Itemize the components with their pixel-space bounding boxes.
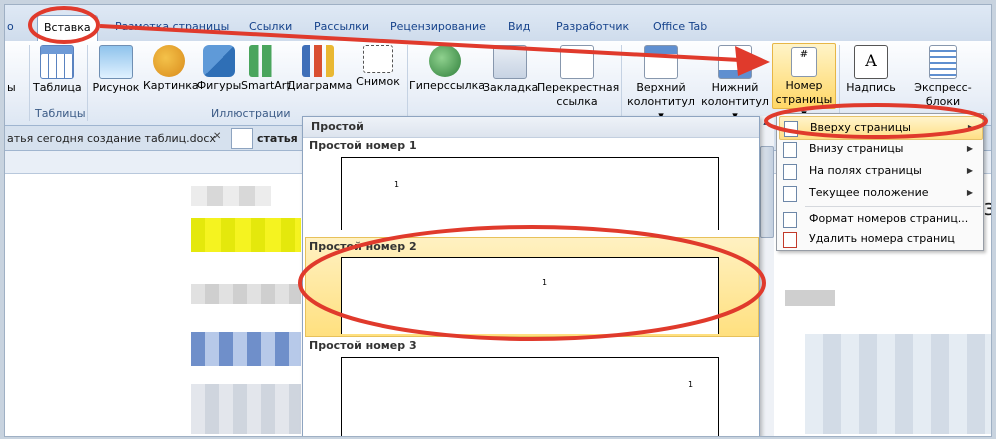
page-bottom-icon — [783, 142, 797, 158]
page-number-preview: 1 — [542, 278, 548, 287]
gallery-item-2-label: Простой номер 2 — [309, 240, 417, 253]
quick-parts-button[interactable]: Экспресс-блоки — [898, 45, 988, 109]
cut-label: ы — [7, 81, 16, 94]
quick-parts-icon — [929, 45, 957, 79]
menu-item-top-of-page[interactable]: Вверху страницы ▶ — [779, 116, 983, 140]
chart-icon — [302, 45, 334, 77]
group-tables-label: Таблицы — [35, 107, 86, 120]
shapes-button[interactable]: Фигуры — [195, 45, 243, 93]
bookmark-button[interactable]: Закладка — [483, 45, 538, 95]
gallery-item-3-label: Простой номер 3 — [309, 339, 417, 352]
blurred-table-block — [191, 332, 301, 366]
submenu-arrow-icon: ▶ — [966, 166, 973, 175]
ribbon-tab-bar: о Вставка Разметка страницы Ссылки Рассы… — [5, 5, 991, 42]
menu-item-current-position[interactable]: Текущее положение ▶ — [779, 182, 981, 204]
submenu-arrow-icon: ▶ — [967, 123, 974, 132]
cross-reference-icon — [560, 45, 594, 79]
header-icon — [644, 45, 678, 79]
page-number-button[interactable]: # Номер страницы ▾ — [772, 43, 836, 120]
table-button[interactable]: Таблица — [33, 45, 82, 95]
bookmark-icon — [493, 45, 527, 79]
text-box-icon: A — [854, 45, 888, 79]
footer-button[interactable]: Нижний колонтитул ▾ — [699, 45, 771, 123]
tab-insert[interactable]: Вставка — [37, 15, 98, 42]
blurred-text-block — [191, 186, 271, 206]
tab-mailings[interactable]: Рассылки — [314, 17, 369, 37]
table-icon — [40, 45, 74, 79]
cross-reference-button[interactable]: Перекрестная ссылка — [537, 45, 619, 109]
menu-item-bottom-of-page[interactable]: Внизу страницы ▶ — [779, 138, 981, 160]
picture-icon — [99, 45, 133, 79]
format-icon — [783, 212, 797, 228]
tab-view[interactable]: Вид — [508, 17, 530, 37]
menu-item-page-margins[interactable]: На полях страницы ▶ — [779, 160, 981, 182]
blurred-text-block — [191, 284, 301, 304]
page-number-preview: 1 — [688, 380, 694, 389]
page-top-icon — [784, 121, 798, 137]
header-button[interactable]: Верхний колонтитул ▾ — [625, 45, 697, 123]
menu-item-remove-page-numbers[interactable]: Удалить номера страниц — [779, 228, 981, 250]
blurred-text-block — [191, 384, 301, 434]
gallery-scrollbar[interactable]: ▲ — [758, 116, 774, 436]
gallery-header: Простой — [303, 117, 759, 138]
chart-button[interactable]: Диаграмма — [287, 45, 352, 93]
page-number-preview: 1 — [394, 180, 400, 189]
gallery-item-3[interactable]: 1 — [341, 357, 719, 436]
remove-icon — [783, 232, 797, 248]
tab-references[interactable]: Ссылки — [249, 17, 292, 37]
camera-icon — [363, 45, 393, 73]
page-number-menu: Вверху страницы ▶ Внизу страницы ▶ На по… — [776, 113, 984, 251]
footer-icon — [718, 45, 752, 79]
clipart-button[interactable]: Картинка — [143, 45, 199, 93]
page-number-icon: # — [791, 47, 817, 77]
doc-tab-1[interactable]: атья сегодня создание таблиц.docx — [7, 129, 216, 148]
submenu-arrow-icon: ▶ — [966, 188, 973, 197]
current-position-icon — [783, 186, 797, 202]
smartart-button[interactable]: SmartArt — [241, 45, 291, 93]
text-box-button[interactable]: A Надпись — [843, 45, 899, 95]
tab-developer[interactable]: Разработчик — [556, 17, 629, 37]
tab-review[interactable]: Рецензирование — [390, 17, 486, 37]
scroll-up-icon[interactable]: ▲ — [761, 118, 771, 128]
blurred-text-block — [805, 334, 991, 434]
menu-item-format-page-numbers[interactable]: Формат номеров страниц... — [779, 208, 981, 230]
tab-file-fragment[interactable]: о — [7, 17, 14, 37]
gallery-item-1-label: Простой номер 1 — [309, 139, 417, 152]
screenshot-button[interactable]: Снимок — [353, 45, 403, 89]
clipart-icon — [153, 45, 185, 77]
picture-button[interactable]: Рисунок — [91, 45, 141, 95]
shapes-icon — [203, 45, 235, 77]
gallery-item-2[interactable]: 1 — [341, 257, 719, 334]
page-margins-icon — [783, 164, 797, 180]
tab-office-tab[interactable]: Office Tab — [653, 17, 707, 37]
word-window: о Вставка Разметка страницы Ссылки Рассы… — [4, 4, 992, 437]
doc-tab-2[interactable]: статья — [257, 129, 298, 148]
blurred-text-block — [785, 290, 835, 306]
tab-page-layout[interactable]: Разметка страницы — [115, 17, 229, 37]
hyperlink-button[interactable]: Гиперссылка — [409, 45, 485, 93]
word-doc-icon — [231, 128, 253, 149]
group-illustrations-label: Иллюстрации — [211, 107, 291, 120]
gallery-item-1[interactable]: 1 — [341, 157, 719, 230]
smartart-icon — [249, 45, 281, 77]
blurred-highlight-block — [191, 218, 301, 252]
submenu-arrow-icon: ▶ — [966, 144, 973, 153]
scroll-thumb[interactable] — [760, 146, 774, 238]
globe-icon — [429, 45, 461, 77]
close-icon[interactable]: ✕ — [213, 131, 221, 142]
page-number-gallery: Простой Простой номер 1 1 Простой номер … — [302, 116, 760, 436]
